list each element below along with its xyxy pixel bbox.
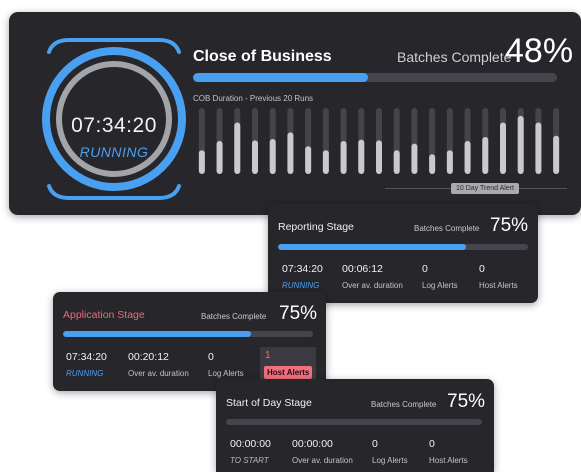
host-alerts-highlight[interactable]: 1 Host Alerts: [260, 347, 316, 381]
stage-title: Application Stage: [63, 309, 145, 321]
metric-log-alerts[interactable]: 0 Log Alerts: [372, 438, 408, 465]
stage-progress-bar: [63, 331, 313, 337]
duration-bar: [553, 135, 560, 174]
duration-bar: [411, 143, 418, 174]
batches-complete-label: Batches Complete: [371, 400, 437, 409]
stopwatch-gauge: 07:34:20 RUNNING: [39, 32, 189, 204]
duration-chart-label: COB Duration - Previous 20 Runs: [193, 94, 314, 103]
duration-bar: [340, 141, 347, 174]
page-title: Close of Business: [193, 48, 332, 65]
metric-value: 0: [479, 263, 485, 275]
duration-bar: [393, 150, 400, 174]
duration-bar: [446, 150, 453, 174]
metric-value: 00:00:00: [230, 438, 271, 450]
duration-bar: [429, 154, 436, 174]
metric-value: 00:06:12: [342, 263, 383, 275]
metric-label: RUNNING: [66, 369, 104, 378]
duration-bar: [305, 146, 312, 174]
metric-host-alerts[interactable]: 0 Host Alerts: [429, 438, 468, 465]
duration-bar: [376, 140, 382, 174]
stage-title: Start of Day Stage: [226, 397, 312, 409]
metric-time: 07:34:20 RUNNING: [66, 351, 107, 378]
metric-label: Log Alerts: [208, 369, 244, 378]
metric-label: Over av. duration: [292, 456, 353, 465]
metric-label: Host Alerts: [429, 456, 468, 465]
duration-bar: [252, 140, 258, 174]
metric-time: 00:00:00 TO START: [230, 438, 271, 465]
metric-label: TO START: [230, 456, 269, 465]
application-stage-card[interactable]: Application Stage Batches Complete 75% 0…: [53, 292, 326, 391]
metric-log-alerts[interactable]: 0 Log Alerts: [422, 263, 458, 290]
cob-progress-fill: [193, 73, 368, 82]
batches-complete-label: Batches Complete: [414, 224, 480, 233]
host-alerts-tag: Host Alerts: [264, 366, 313, 379]
duration-bar: [269, 139, 276, 174]
metric-value: 00:00:00: [292, 438, 333, 450]
metric-value: 0: [422, 263, 428, 275]
metric-value: 0: [208, 351, 214, 363]
duration-bar: [322, 150, 329, 174]
clock-time: 07:34:20: [71, 114, 157, 137]
metric-value: 0: [372, 438, 378, 450]
metric-label: Over av. duration: [128, 369, 189, 378]
stage-progress-bar: [226, 419, 482, 425]
host-alerts-count: 1: [265, 350, 271, 361]
duration-bar: [500, 122, 506, 174]
metric-value: 0: [429, 438, 435, 450]
metric-label: Over av. duration: [342, 281, 403, 290]
metric-label: RUNNING: [282, 281, 320, 290]
metric-value: 07:34:20: [282, 263, 323, 275]
start-of-day-stage-card[interactable]: Start of Day Stage Batches Complete 75% …: [216, 379, 494, 472]
duration-bar: [198, 150, 205, 174]
metric-over-duration: 00:00:00 Over av. duration: [292, 438, 353, 465]
duration-bar: [234, 122, 241, 174]
stage-title: Reporting Stage: [278, 221, 354, 233]
stage-progress-fill: [63, 331, 251, 337]
cob-progress-bar: [193, 73, 557, 82]
metric-over-duration: 00:06:12 Over av. duration: [342, 263, 403, 290]
metric-log-alerts[interactable]: 0 Log Alerts: [208, 351, 244, 378]
metric-value: 00:20:12: [128, 351, 169, 363]
batches-complete-percent: 75%: [447, 391, 486, 412]
duration-bar: [535, 122, 542, 174]
batches-complete-label: Batches Complete: [201, 312, 267, 321]
duration-bar: [464, 141, 471, 174]
batches-complete-percent: 48%: [505, 32, 574, 70]
duration-bar: [517, 115, 524, 174]
metric-label: Log Alerts: [372, 456, 408, 465]
metric-host-alerts[interactable]: 0 Host Alerts: [479, 263, 518, 290]
stage-progress-fill: [278, 244, 466, 250]
duration-bar: [216, 141, 223, 174]
metric-value: 07:34:20: [66, 351, 107, 363]
batches-complete-label: Batches Complete: [397, 49, 512, 65]
duration-bar: [358, 139, 365, 174]
metric-label: Log Alerts: [422, 281, 458, 290]
duration-bar: [482, 137, 489, 174]
trend-alert-badge[interactable]: 10 Day Trend Alert: [451, 183, 519, 194]
cob-panel: 07:34:20 RUNNING Close of Business Batch…: [9, 12, 581, 215]
batches-complete-percent: 75%: [490, 215, 529, 236]
metric-over-duration: 00:20:12 Over av. duration: [128, 351, 189, 378]
stage-progress-bar: [278, 244, 528, 250]
duration-chart: [198, 108, 560, 174]
metric-label: Host Alerts: [479, 281, 518, 290]
duration-bar: [287, 132, 294, 174]
batches-complete-percent: 75%: [279, 303, 318, 324]
metric-time: 07:34:20 RUNNING: [282, 263, 323, 290]
clock-status: RUNNING: [79, 144, 149, 160]
reporting-stage-card[interactable]: Reporting Stage Batches Complete 75% 07:…: [268, 204, 538, 303]
